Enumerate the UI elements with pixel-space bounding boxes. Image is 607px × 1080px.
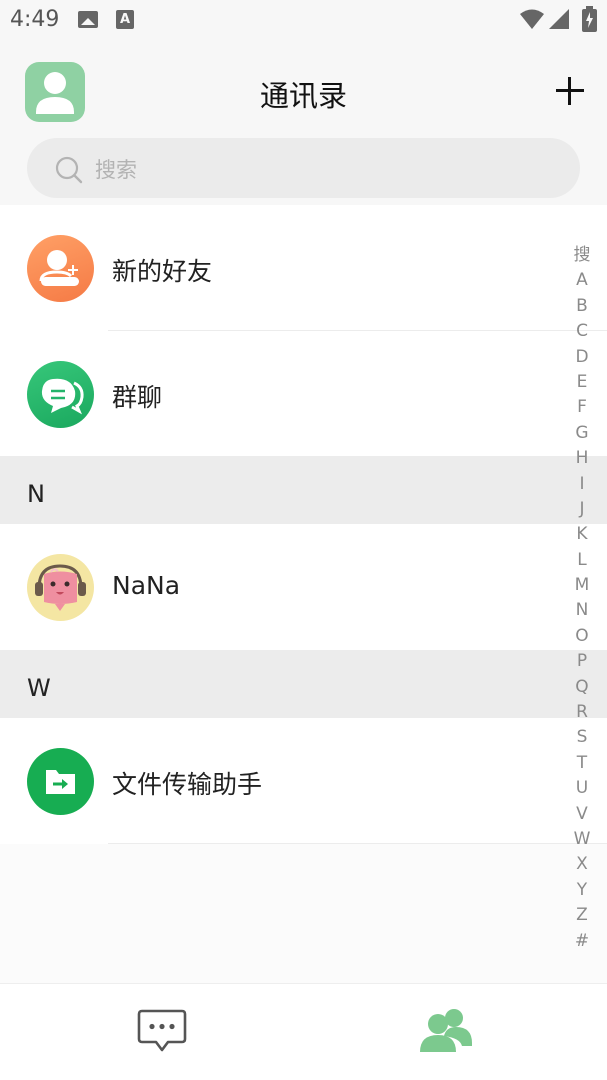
add-button[interactable] (551, 72, 589, 110)
nav-chat-tab[interactable] (136, 1008, 188, 1058)
index-letter[interactable]: G (568, 421, 596, 446)
index-letter[interactable]: H (568, 446, 596, 471)
cartoon-avatar (27, 554, 94, 621)
index-letter[interactable]: P (568, 649, 596, 674)
contact-name: NaNa (112, 571, 181, 600)
index-letter[interactable]: Z (568, 903, 596, 928)
cellular-icon (549, 9, 569, 29)
index-letter[interactable]: F (568, 395, 596, 420)
status-bar: 4:49 A (0, 0, 607, 40)
file-transfer-icon (27, 748, 94, 815)
index-letter[interactable]: I (568, 472, 596, 497)
index-letter[interactable]: E (568, 370, 596, 395)
index-letter[interactable]: U (568, 776, 596, 801)
contacts-icon (420, 1009, 472, 1052)
header: 通讯录 搜索 (0, 40, 607, 205)
group-chat-label: 群聊 (112, 383, 163, 412)
index-letter[interactable]: M (568, 573, 596, 598)
index-letter[interactable]: 搜 (568, 243, 596, 268)
status-time: 4:49 (10, 7, 60, 32)
wifi-icon (520, 9, 544, 29)
nav-contacts-tab[interactable] (418, 1006, 474, 1058)
index-letter[interactable]: B (568, 294, 596, 319)
index-letter[interactable]: J (568, 497, 596, 522)
index-letter[interactable]: W (568, 827, 596, 852)
contact-list: 新的好友 群聊 N NaNa W 文件传输助手 (0, 205, 607, 844)
index-letter[interactable]: # (568, 929, 596, 954)
new-friends-row[interactable]: 新的好友 (0, 205, 607, 331)
index-letter[interactable]: Y (568, 878, 596, 903)
index-letter[interactable]: X (568, 852, 596, 877)
index-letter[interactable]: K (568, 522, 596, 547)
index-letter[interactable]: N (568, 598, 596, 623)
search-input[interactable]: 搜索 (27, 138, 580, 198)
section-header-n: N (0, 456, 607, 524)
index-letter[interactable]: A (568, 268, 596, 293)
contact-row-file-transfer[interactable]: 文件传输助手 (0, 718, 607, 844)
index-letter[interactable]: D (568, 345, 596, 370)
index-letter[interactable]: V (568, 802, 596, 827)
text-a-icon: A (116, 10, 134, 29)
index-letter[interactable]: L (568, 548, 596, 573)
page-title: 通讯录 (259, 79, 347, 113)
group-chat-icon (27, 361, 94, 428)
search-placeholder: 搜索 (95, 158, 137, 182)
battery-charging-icon (582, 6, 597, 32)
search-icon (55, 156, 83, 184)
group-chat-row[interactable]: 群聊 (0, 331, 607, 456)
index-letter[interactable]: O (568, 624, 596, 649)
index-letter[interactable]: T (568, 751, 596, 776)
image-icon (78, 11, 98, 28)
new-friends-label: 新的好友 (112, 257, 213, 286)
divider (108, 843, 607, 844)
add-friend-icon (27, 235, 94, 302)
chat-bubble-icon (137, 1009, 187, 1052)
index-letter[interactable]: Q (568, 675, 596, 700)
section-letter: N (27, 480, 45, 508)
index-letter[interactable]: C (568, 319, 596, 344)
contact-name: 文件传输助手 (112, 770, 263, 799)
section-letter: W (27, 674, 51, 702)
section-header-w: W (0, 650, 607, 718)
index-letter[interactable]: S (568, 725, 596, 750)
contact-row-nana[interactable]: NaNa (0, 524, 607, 650)
index-letter[interactable]: R (568, 700, 596, 725)
alphabet-index-bar[interactable]: 搜 A B C D E F G H I J K L M N O P Q R S T U V W X Y Z # (568, 243, 596, 954)
bottom-nav (0, 983, 607, 1080)
